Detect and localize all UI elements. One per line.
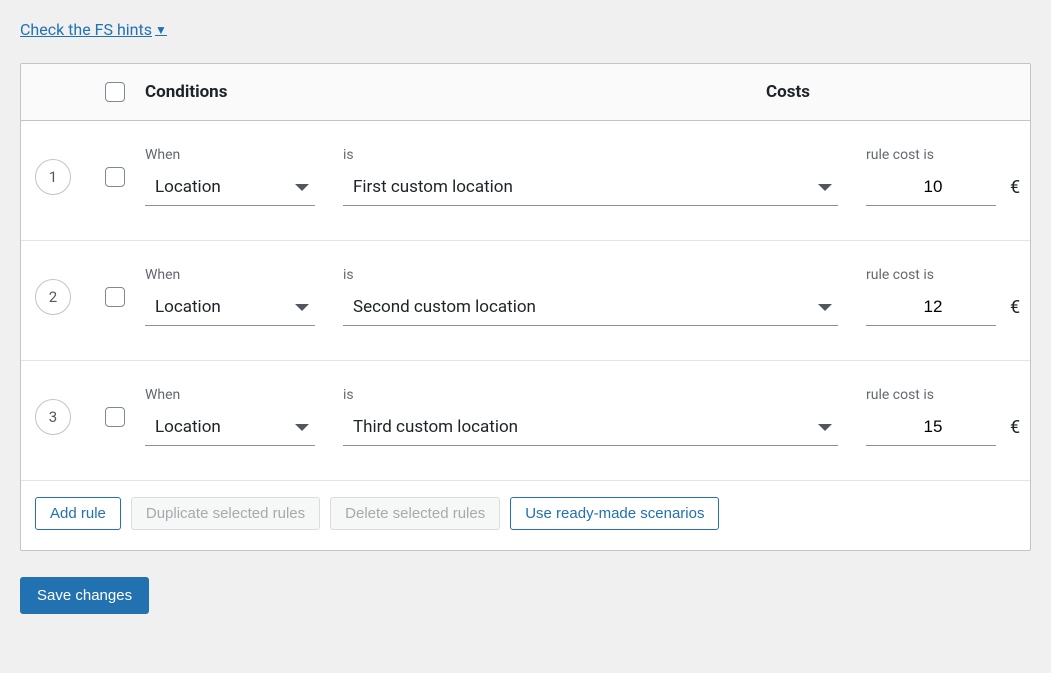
- rule-row: 1 When Location is First custom location: [21, 121, 1030, 241]
- fs-hints-label: Check the FS hints: [20, 20, 152, 39]
- use-scenarios-button[interactable]: Use ready-made scenarios: [510, 497, 719, 530]
- when-value: Location: [155, 177, 221, 197]
- cost-label: rule cost is: [866, 387, 1016, 403]
- rules-table: Conditions Costs 1 When Location is: [20, 63, 1031, 551]
- chevron-down-icon: [295, 424, 309, 431]
- add-rule-button[interactable]: Add rule: [35, 497, 121, 530]
- select-all-checkbox[interactable]: [105, 82, 125, 102]
- chevron-down-icon: [295, 304, 309, 311]
- cost-label: rule cost is: [866, 267, 1016, 283]
- is-value: Second custom location: [353, 297, 536, 317]
- rule-row: 2 When Location is Second custom locatio…: [21, 241, 1030, 361]
- currency-symbol: €: [1010, 297, 1020, 326]
- when-select[interactable]: Location: [145, 291, 315, 326]
- cost-input[interactable]: [866, 411, 996, 446]
- when-value: Location: [155, 417, 221, 437]
- when-label: When: [145, 267, 315, 283]
- costs-header: Costs: [766, 82, 810, 102]
- chevron-down-icon: [818, 184, 832, 191]
- duplicate-rules-button[interactable]: Duplicate selected rules: [131, 497, 320, 530]
- is-label: is: [343, 267, 838, 283]
- is-value: Third custom location: [353, 417, 518, 437]
- is-select[interactable]: Second custom location: [343, 291, 838, 326]
- when-value: Location: [155, 297, 221, 317]
- when-select[interactable]: Location: [145, 411, 315, 446]
- chevron-down-icon: [818, 424, 832, 431]
- is-label: is: [343, 387, 838, 403]
- when-select[interactable]: Location: [145, 171, 315, 206]
- currency-symbol: €: [1010, 177, 1020, 206]
- rule-row: 3 When Location is Third custom location: [21, 361, 1030, 481]
- when-label: When: [145, 387, 315, 403]
- rule-checkbox[interactable]: [105, 287, 125, 307]
- rule-number-badge: 2: [35, 279, 71, 315]
- conditions-header: Conditions: [145, 82, 227, 102]
- is-label: is: [343, 147, 838, 163]
- currency-symbol: €: [1010, 417, 1020, 446]
- delete-rules-button[interactable]: Delete selected rules: [330, 497, 500, 530]
- chevron-down-icon: [295, 184, 309, 191]
- chevron-down-icon: [818, 304, 832, 311]
- fs-hints-link[interactable]: Check the FS hints ▼: [20, 20, 167, 39]
- cost-input[interactable]: [866, 291, 996, 326]
- rule-checkbox[interactable]: [105, 167, 125, 187]
- when-label: When: [145, 147, 315, 163]
- cost-input[interactable]: [866, 171, 996, 206]
- save-changes-button[interactable]: Save changes: [20, 577, 149, 614]
- table-actions: Add rule Duplicate selected rules Delete…: [21, 481, 1030, 550]
- is-select[interactable]: Third custom location: [343, 411, 838, 446]
- is-select[interactable]: First custom location: [343, 171, 838, 206]
- chevron-down-icon: ▼: [155, 23, 167, 37]
- cost-label: rule cost is: [866, 147, 1016, 163]
- table-header: Conditions Costs: [21, 64, 1030, 121]
- rule-number-badge: 1: [35, 159, 71, 195]
- is-value: First custom location: [353, 177, 513, 197]
- rule-checkbox[interactable]: [105, 407, 125, 427]
- rule-number-badge: 3: [35, 399, 71, 435]
